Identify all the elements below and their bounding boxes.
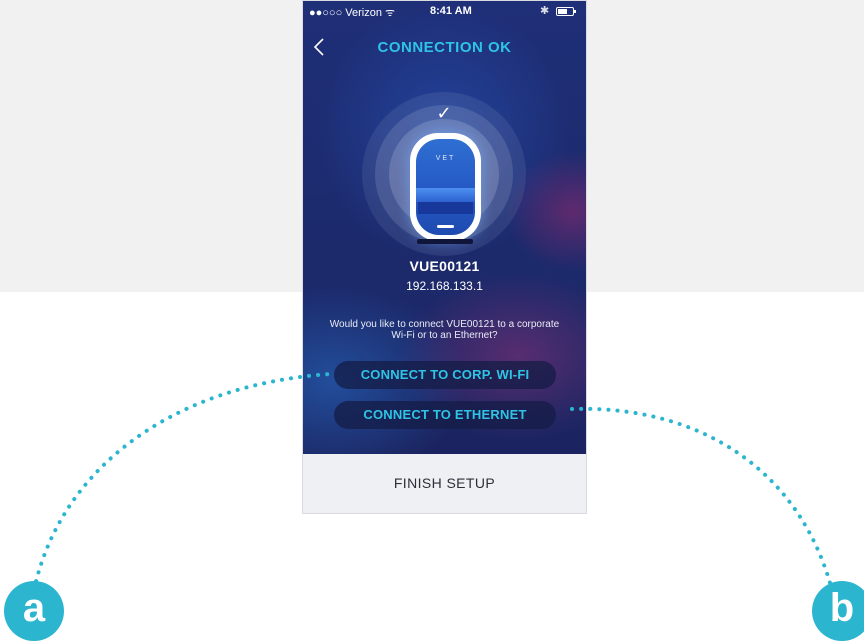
callout-a-dotted-line: [32, 372, 332, 592]
callout-b-badge: b: [812, 581, 864, 641]
callout-b-dotted-line: [570, 406, 834, 592]
callout-a-badge: a: [4, 581, 64, 641]
callout-lines: [32, 372, 834, 592]
